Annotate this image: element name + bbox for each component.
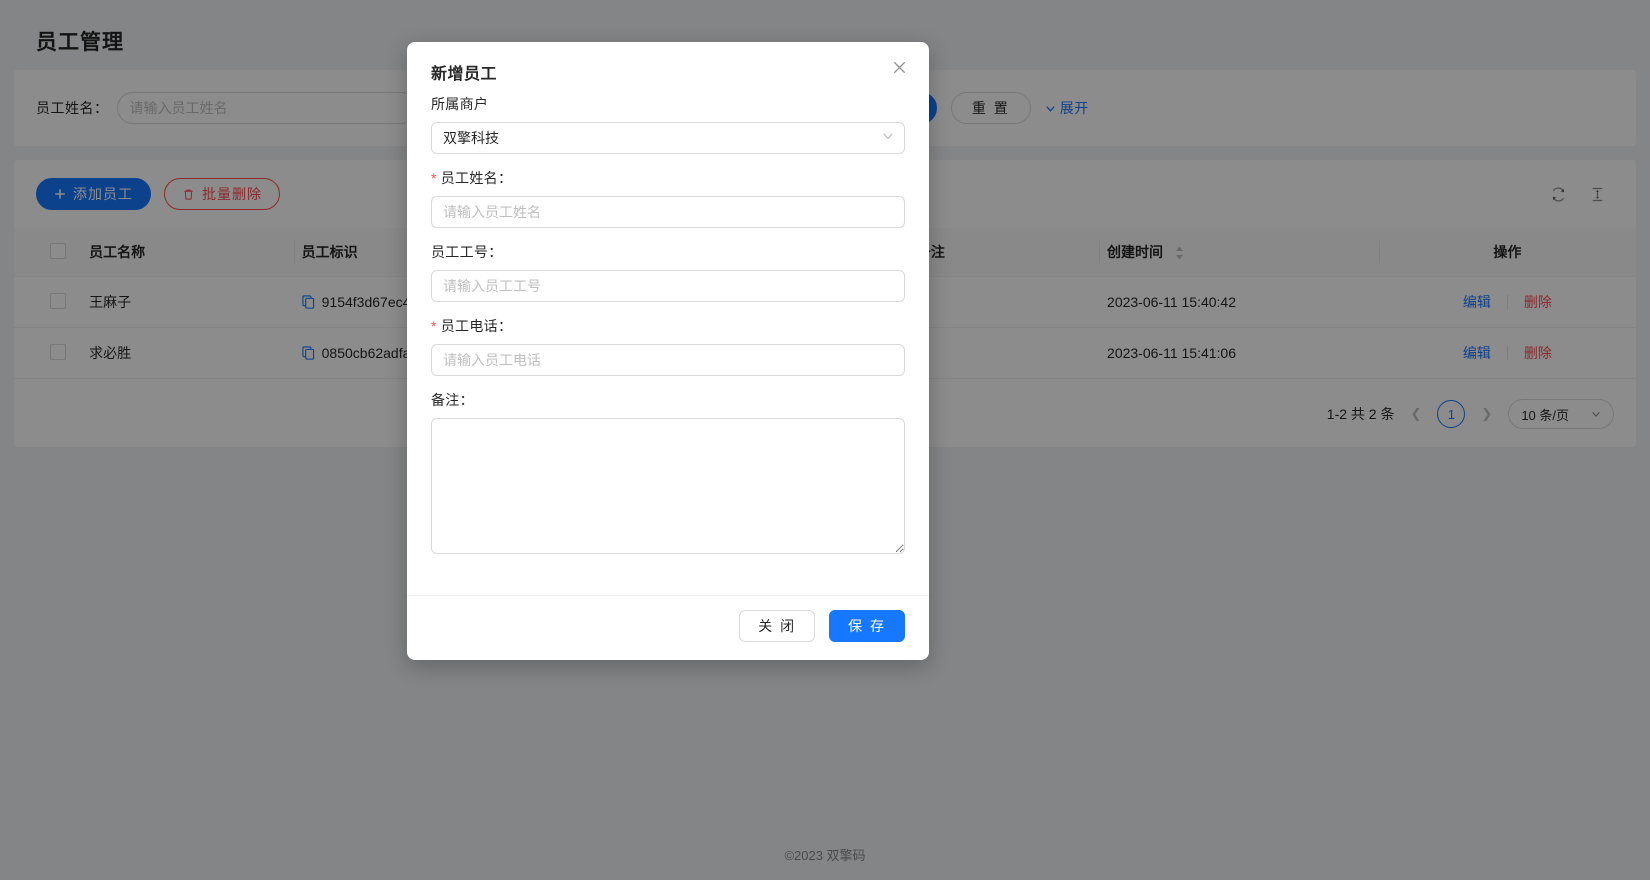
merchant-field-label: 所属商户 [431,96,489,112]
remark-field-label: 备注： [431,392,474,408]
form-item-employee-number: 员工工号： [431,242,905,302]
add-employee-dialog: 新增员工 所属商户 *员工姓名： [407,42,929,660]
merchant-select[interactable] [431,122,905,154]
save-button[interactable]: 保 存 [829,610,905,642]
required-marker: * [431,170,437,186]
close-icon[interactable] [892,60,907,78]
employee-name-field-text: 员工姓名： [440,170,513,186]
employee-phone-field-label: * 员工电话： [431,316,905,336]
form-item-remark: 备注： [431,390,905,559]
employee-phone-field-text: 员工电话： [440,318,513,334]
employee-number-input[interactable] [431,270,905,302]
merchant-select-input[interactable] [431,122,905,154]
dialog-body: 所属商户 *员工姓名： 员工工号： *员工电话： [407,94,929,579]
form-item-employee-phone: * 员工电话： [431,316,905,376]
employee-name-field-label: * 员工姓名： [431,168,905,188]
required-marker: * [431,318,437,334]
form-item-employee-name: * 员工姓名： [431,168,905,228]
employee-number-field-label: 员工工号： [431,244,503,260]
dialog-footer: 关 闭 保 存 [407,595,929,660]
dialog-header: 新增员工 [407,42,929,94]
dialog-title: 新增员工 [431,66,498,83]
employee-phone-input[interactable] [431,344,905,376]
form-item-merchant: 所属商户 [431,94,905,154]
employee-name-input[interactable] [431,196,905,228]
close-button[interactable]: 关 闭 [739,610,816,642]
remark-textarea[interactable] [431,418,905,554]
